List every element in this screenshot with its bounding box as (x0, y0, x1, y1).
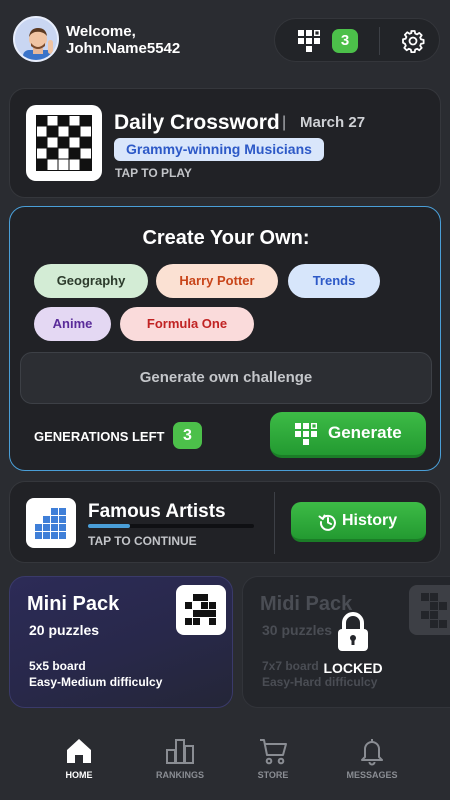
pack-board-size: 5x5 board (29, 659, 86, 673)
welcome-greeting: Welcome, (66, 23, 136, 40)
rankings-icon (166, 739, 194, 764)
history-button[interactable]: History (291, 502, 426, 542)
crossword-grid-icon (35, 508, 66, 539)
bell-icon (361, 739, 383, 766)
cart-icon (260, 739, 287, 765)
nav-messages[interactable]: MESSAGES (327, 736, 417, 780)
puzzle-progress-fill (88, 524, 130, 528)
crossword-grid-icon (298, 30, 321, 52)
crossword-grid-icon (295, 423, 318, 445)
daily-crossword-card[interactable]: Daily Crossword | March 27 Grammy-winnin… (9, 88, 441, 198)
daily-topic-badge: Grammy-winning Musicians (114, 138, 324, 161)
avatar-image (15, 18, 57, 60)
tap-to-continue-label: TAP TO CONTINUE (88, 534, 197, 548)
generate-button[interactable]: Generate (270, 412, 426, 458)
chip-anime[interactable]: Anime (34, 307, 111, 341)
locked-label: LOCKED (323, 660, 383, 676)
pack-difficulty: Easy-Medium difficulcy (29, 675, 163, 689)
history-button-label: History (342, 512, 398, 529)
tap-to-play-label: TAP TO PLAY (115, 166, 192, 180)
pack-puzzle-count: 20 puzzles (29, 622, 100, 638)
pack-puzzle-count: 30 puzzles (262, 622, 333, 638)
crossword-grid-icon (185, 594, 216, 625)
puzzle-thumbnail (26, 498, 76, 548)
midi-pack-card[interactable]: Midi Pack 30 puzzles 7x7 board Easy-Hard… (242, 576, 450, 708)
continue-puzzle-title: Famous Artists (88, 501, 226, 522)
nav-store-label: STORE (257, 770, 289, 780)
puzzle-progress-bar (88, 524, 254, 528)
lock-icon (338, 612, 368, 651)
chip-trends[interactable]: Trends (288, 264, 380, 298)
pill-divider (379, 27, 380, 55)
pack-thumbnail (176, 585, 226, 635)
chip-formula-one[interactable]: Formula One (120, 307, 254, 341)
pack-title: Mini Pack (27, 593, 120, 615)
crossword-grid-icon (421, 593, 447, 628)
header: Welcome, John.Name5542 3 (0, 0, 450, 80)
daily-date: March 27 (300, 114, 366, 131)
daily-crossword-thumbnail (26, 105, 102, 181)
card-divider (274, 492, 275, 554)
crossword-grid-icon (36, 115, 92, 171)
nav-home-label: HOME (65, 770, 93, 780)
bottom-navigation: HOME RANKINGS STORE MESSAGES (0, 718, 450, 800)
generate-button-label: Generate (328, 423, 402, 442)
history-icon (318, 514, 336, 531)
create-title: Create Your Own: (142, 227, 310, 249)
continue-puzzle-card[interactable]: Famous Artists TAP TO CONTINUE History (9, 481, 441, 563)
welcome-text: Welcome, John.Name5542 (66, 23, 180, 57)
puzzle-count-badge: 3 (332, 29, 358, 53)
chip-harry-potter[interactable]: Harry Potter (156, 264, 278, 298)
daily-title: Daily Crossword (114, 111, 280, 134)
nav-rankings-label: RANKINGS (155, 770, 204, 780)
create-your-own-card: Create Your Own: Geography Harry Potter … (9, 206, 441, 471)
nav-rankings[interactable]: RANKINGS (135, 736, 225, 780)
gear-icon[interactable] (401, 29, 425, 53)
home-icon (67, 739, 91, 763)
avatar[interactable] (13, 16, 59, 62)
pack-difficulty: Easy-Hard difficulcy (262, 675, 378, 689)
nav-messages-label: MESSAGES (346, 770, 398, 780)
generations-left-count: 3 (173, 422, 202, 449)
username: John.Name5542 (66, 40, 181, 57)
title-separator: | (282, 114, 287, 131)
challenge-input[interactable]: Generate own challenge (20, 352, 432, 404)
pack-thumbnail (409, 585, 450, 635)
header-pill: 3 (274, 18, 440, 62)
nav-home[interactable]: HOME (34, 736, 124, 780)
generations-left-label: GENERATIONS LEFT (34, 429, 165, 444)
mini-pack-card[interactable]: Mini Pack 20 puzzles 5x5 board Easy-Medi… (9, 576, 233, 708)
chip-geography[interactable]: Geography (34, 264, 148, 298)
nav-store[interactable]: STORE (228, 736, 318, 780)
